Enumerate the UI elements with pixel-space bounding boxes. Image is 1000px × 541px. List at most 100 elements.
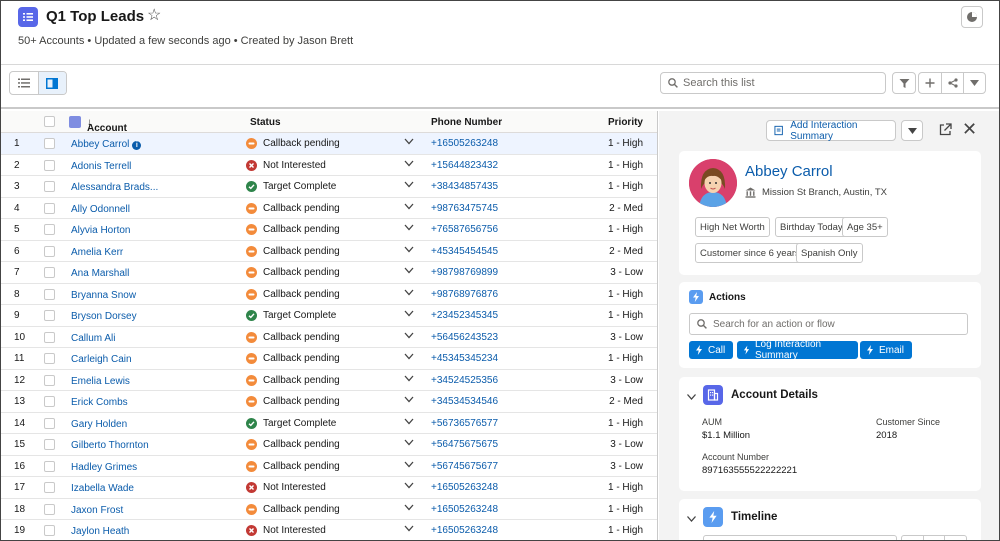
account-link[interactable]: Jaxon Frost [71,505,123,516]
action-search-input[interactable] [713,318,953,330]
table-row[interactable]: 18 Jaxon Frost Callback pending +1650526324… [1,498,657,520]
timeline-menu-button[interactable] [944,536,966,540]
table-row[interactable]: 10 Callum Ali Callback pending +56456243523… [1,326,657,348]
phone-link[interactable]: +15644823432 [431,160,498,171]
chevron-down-icon[interactable] [404,202,414,213]
account-link[interactable]: Jaylon Heath [71,526,129,537]
account-link[interactable]: Hadley Grimes [71,462,137,473]
phone-link[interactable]: +98768976876 [431,289,498,300]
chevron-down-icon[interactable] [404,159,414,170]
column-header-account[interactable]: Account ↓ [87,117,127,134]
account-link[interactable]: Bryanna Snow [71,290,136,301]
row-checkbox[interactable] [44,245,55,257]
panel-menu-button[interactable] [901,120,923,141]
select-all-checkbox[interactable] [44,116,55,127]
phone-link[interactable]: +56475675675 [431,439,498,450]
account-link[interactable]: Carleigh Cain [71,354,132,365]
phone-link[interactable]: +45345454545 [431,246,498,257]
table-row[interactable]: 15 Gilberto Thornton Callback pending +5647… [1,434,657,456]
table-row[interactable]: 6 Amelia Kerr Callback pending +45345454545… [1,240,657,262]
chevron-down-icon[interactable] [404,417,414,428]
close-icon[interactable]: ✕ [962,120,977,138]
account-link[interactable]: Gilberto Thornton [71,440,149,451]
phone-link[interactable]: +56456243523 [431,332,498,343]
phone-link[interactable]: +56745675677 [431,461,498,472]
chevron-down-icon[interactable] [404,137,414,148]
chevron-down-icon[interactable] [404,460,414,471]
chevron-down-icon[interactable] [404,309,414,320]
table-row[interactable]: 14 Gary Holden Target Complete +56736576577… [1,412,657,434]
popout-icon[interactable] [939,123,952,139]
profile-name[interactable]: Abbey Carrol [745,163,833,180]
phone-link[interactable]: +16505263248 [431,525,498,536]
row-checkbox[interactable] [44,503,55,515]
chevron-down-icon[interactable] [404,524,414,535]
row-checkbox[interactable] [44,267,55,278]
chevron-down-icon[interactable] [404,374,414,385]
add-interaction-summary-button[interactable]: Add Interaction Summary [766,120,896,142]
chevron-down-icon[interactable] [404,288,414,299]
info-icon[interactable]: i [132,141,142,150]
table-row[interactable]: 13 Erick Combs Callback pending +3453453454… [1,391,657,413]
column-header-status[interactable]: Status [250,117,281,128]
row-checkbox[interactable] [44,460,55,472]
star-icon[interactable]: ☆ [147,6,161,26]
timeline-settings-button[interactable] [902,536,923,540]
row-checkbox[interactable] [44,159,55,171]
account-link[interactable]: Alyvia Horton [71,225,130,236]
phone-link[interactable]: +34524525356 [431,375,498,386]
account-link[interactable]: Amelia Kerr [71,247,123,258]
row-checkbox[interactable] [44,331,55,343]
table-row[interactable]: 16 Hadley Grimes Callback pending +56745675… [1,455,657,477]
action-search[interactable] [689,313,968,335]
row-checkbox[interactable] [44,181,55,192]
filter-button[interactable] [893,73,915,93]
account-link[interactable]: Bryson Dorsey [71,311,137,322]
chevron-down-icon[interactable] [687,511,696,525]
row-checkbox[interactable] [44,396,55,407]
phone-link[interactable]: +16505263248 [431,482,498,493]
share-button[interactable] [941,73,963,93]
table-row[interactable]: 19 Jaylon Heath Not Interested +16505263248… [1,520,657,540]
row-checkbox[interactable] [44,374,55,386]
row-checkbox[interactable] [44,202,55,214]
call-button[interactable]: Call [689,341,733,359]
table-row[interactable]: 8 Bryanna Snow Callback pending +9876897687… [1,283,657,305]
row-checkbox[interactable] [44,525,55,536]
add-button[interactable] [919,73,941,93]
account-link[interactable]: Callum Ali [71,333,115,344]
table-row[interactable]: 2 Adonis Terrell Not Interested +1564482343… [1,154,657,176]
column-header-priority[interactable]: Priority [608,117,643,128]
chevron-down-icon[interactable] [404,245,414,256]
table-row[interactable]: 1 Abbey Carrol i Callback pending +165052632… [1,133,657,155]
table-view-button[interactable] [10,72,38,94]
more-actions-button[interactable] [963,73,985,93]
row-checkbox[interactable] [44,417,55,429]
account-link[interactable]: Izabella Wade [71,483,134,494]
account-link[interactable]: Adonis Terrell [71,161,131,172]
search-input[interactable] [683,77,873,89]
table-row[interactable]: 5 Alyvia Horton Callback pending +765876567… [1,219,657,241]
row-checkbox[interactable] [44,353,55,364]
phone-link[interactable]: +98763475745 [431,203,498,214]
email-button[interactable]: Email [860,341,912,359]
chevron-down-icon[interactable] [404,223,414,234]
row-checkbox[interactable] [44,310,55,321]
phone-link[interactable]: +76587656756 [431,224,498,235]
table-row[interactable]: 17 Izabella Wade Not Interested +1650526324… [1,477,657,499]
table-row[interactable]: 9 Bryson Dorsey Target Complete +2345234534… [1,305,657,327]
row-checkbox[interactable] [44,138,55,149]
chevron-down-icon[interactable] [404,180,414,191]
chart-button[interactable] [961,6,983,28]
account-link[interactable]: Alessandra Brads... [71,182,158,193]
chevron-down-icon[interactable] [404,438,414,449]
row-checkbox[interactable] [44,224,55,235]
column-header-phone[interactable]: Phone Number [431,117,502,128]
row-checkbox[interactable] [44,482,55,493]
row-checkbox[interactable] [44,288,55,300]
log-interaction-button[interactable]: Log Interaction Summary [737,339,858,361]
account-link[interactable]: Ally Odonnell [71,204,130,215]
chevron-down-icon[interactable] [404,352,414,363]
list-search[interactable] [660,72,886,94]
account-link[interactable]: Gary Holden [71,419,127,430]
